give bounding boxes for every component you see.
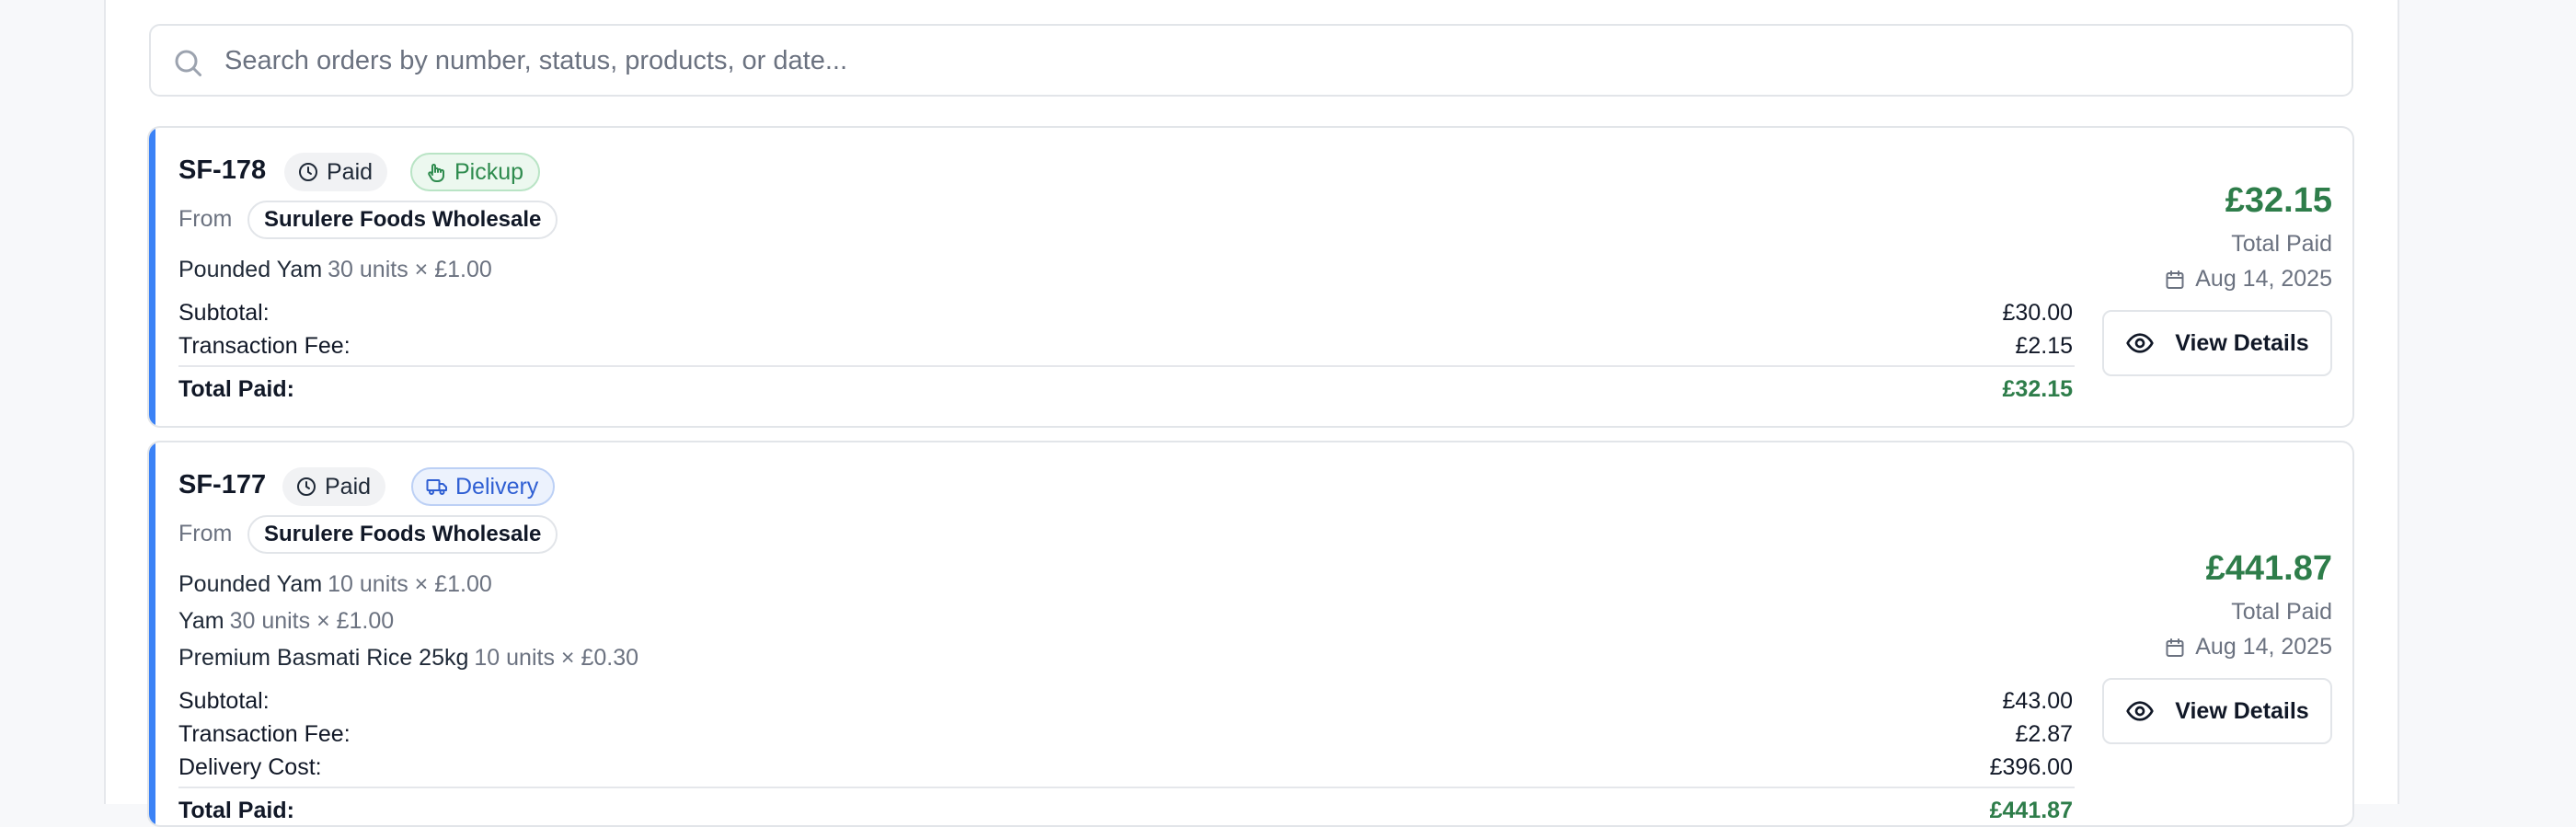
order-card: SF-178 Paid Pickup From Surulere Foods W… — [147, 126, 2354, 428]
total-caption: Total Paid — [2231, 231, 2332, 257]
product-quantity: 30 units × £1.00 — [229, 608, 395, 634]
fulfillment-label: Delivery — [455, 473, 539, 500]
list-item: Pounded Yam 30 units × £1.00 — [178, 257, 492, 283]
from-label: From — [178, 206, 233, 232]
product-name: Premium Basmati Rice 25kg — [178, 645, 469, 671]
divider — [178, 365, 2075, 367]
truck-icon — [426, 479, 447, 495]
transaction-fee-value: £2.87 — [2015, 721, 2073, 747]
view-details-label: View Details — [2175, 697, 2309, 724]
status-badge: Paid — [282, 467, 386, 506]
status-badge: Paid — [284, 153, 388, 191]
order-accent-bar — [149, 442, 155, 825]
order-date: Aug 14, 2025 — [2164, 634, 2332, 660]
total-paid-label: Total Paid: — [178, 376, 294, 402]
delivery-cost-label: Delivery Cost: — [178, 754, 322, 780]
list-item: Yam 30 units × £1.00 — [178, 608, 394, 635]
product-quantity: 10 units × £0.30 — [474, 645, 639, 671]
eye-icon — [2126, 701, 2154, 721]
product-name: Pounded Yam — [178, 571, 323, 597]
calendar-icon — [2166, 270, 2184, 289]
vendor-pill: Surulere Foods Wholesale — [247, 515, 558, 554]
fulfillment-badge: Delivery — [411, 467, 556, 506]
order-number: SF-178 — [178, 155, 267, 185]
transaction-fee-label: Transaction Fee: — [178, 721, 351, 747]
status-label: Paid — [327, 158, 374, 185]
product-name: Pounded Yam — [178, 257, 323, 282]
clock-icon — [297, 477, 316, 496]
search-input[interactable] — [224, 39, 2331, 83]
order-total: £32.15 — [2225, 181, 2332, 220]
subtotal-value: £30.00 — [2002, 300, 2073, 326]
eye-icon — [2126, 333, 2154, 353]
product-quantity: 30 units × £1.00 — [328, 257, 492, 282]
vendor-pill: Surulere Foods Wholesale — [247, 201, 558, 239]
list-item: Premium Basmati Rice 25kg 10 units × £0.3… — [178, 645, 638, 672]
view-details-label: View Details — [2175, 329, 2309, 356]
view-details-button[interactable]: View Details — [2102, 310, 2332, 376]
fulfillment-label: Pickup — [454, 158, 524, 185]
date-label: Aug 14, 2025 — [2195, 634, 2332, 660]
from-label: From — [178, 521, 233, 546]
order-date: Aug 14, 2025 — [2164, 266, 2332, 293]
subtotal-label: Subtotal: — [178, 300, 270, 326]
total-paid-value: £32.15 — [2002, 376, 2073, 402]
delivery-cost-value: £396.00 — [1989, 754, 2073, 780]
total-caption: Total Paid — [2231, 599, 2332, 625]
transaction-fee-label: Transaction Fee: — [178, 333, 351, 359]
total-paid-label: Total Paid: — [178, 798, 294, 823]
divider — [178, 787, 2075, 788]
list-item: Pounded Yam 10 units × £1.00 — [178, 571, 492, 598]
hand-icon — [428, 164, 444, 182]
order-total: £441.87 — [2205, 549, 2332, 588]
search-bar — [149, 24, 2353, 97]
transaction-fee-value: £2.15 — [2015, 333, 2073, 359]
product-quantity: 10 units × £1.00 — [328, 571, 492, 597]
product-name: Yam — [178, 608, 224, 634]
date-label: Aug 14, 2025 — [2195, 266, 2332, 292]
status-label: Paid — [325, 473, 372, 500]
fulfillment-badge: Pickup — [410, 153, 541, 191]
order-card: SF-177 Paid Delivery From Surulere Foods… — [147, 441, 2354, 827]
view-details-button[interactable]: View Details — [2102, 678, 2332, 744]
total-paid-value: £441.87 — [1989, 798, 2073, 823]
subtotal-label: Subtotal: — [178, 688, 270, 714]
order-number: SF-177 — [178, 470, 267, 500]
clock-icon — [299, 163, 317, 181]
calendar-icon — [2166, 637, 2184, 657]
subtotal-value: £43.00 — [2002, 688, 2073, 714]
order-accent-bar — [149, 128, 155, 426]
search-icon — [175, 50, 201, 76]
